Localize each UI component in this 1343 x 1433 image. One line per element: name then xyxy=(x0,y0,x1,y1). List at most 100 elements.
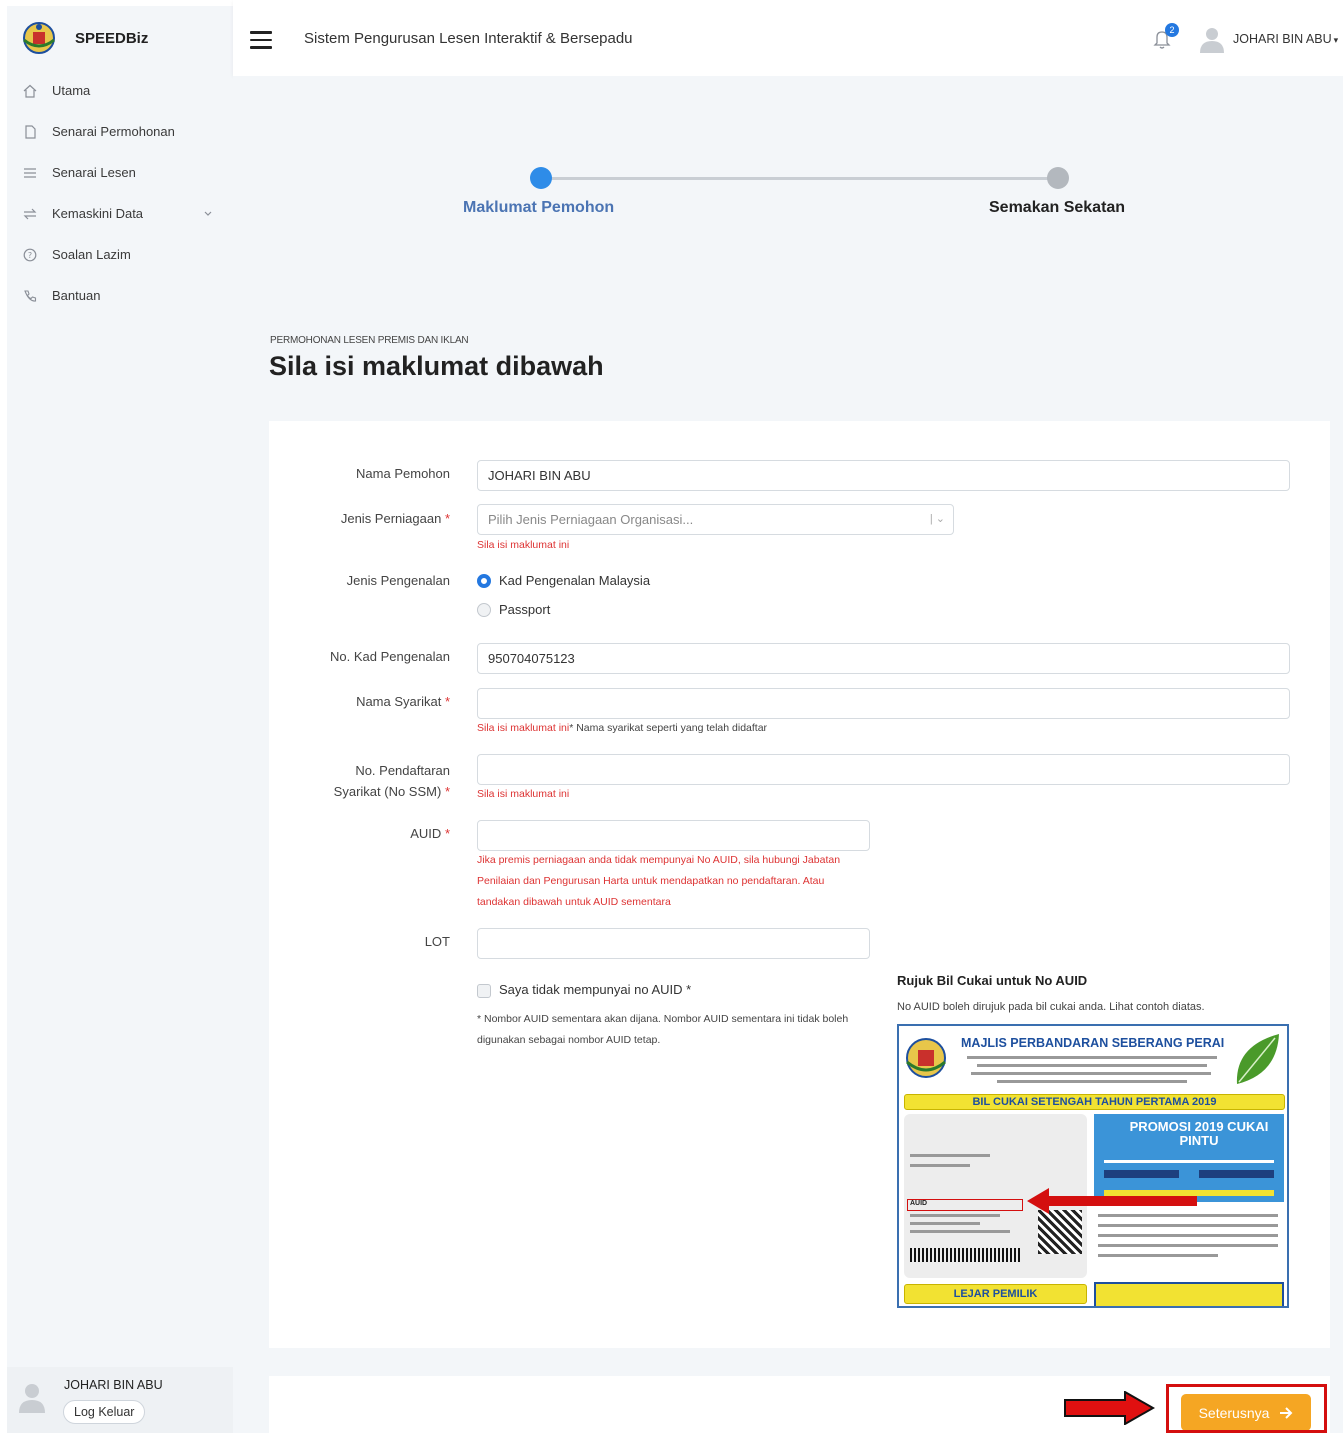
no-auid-checkbox[interactable] xyxy=(477,984,491,998)
bill-text-line xyxy=(997,1080,1187,1083)
jenis-perniagaan-label: Jenis Perniagaan * xyxy=(341,511,450,526)
no-ssm-input[interactable] xyxy=(477,754,1290,785)
select-placeholder: Pilih Jenis Perniagaan Organisasi... xyxy=(488,512,694,527)
sidebar-item-senarai-permohonan[interactable]: Senarai Permohonan xyxy=(7,111,233,152)
required-mark: * xyxy=(444,826,450,841)
list-icon xyxy=(22,165,38,181)
hint-text: * Nama syarikat seperti yang telah didaf… xyxy=(569,722,768,734)
menu-toggle-icon[interactable] xyxy=(250,31,272,54)
svg-text:?: ? xyxy=(28,251,32,260)
bill-category-box xyxy=(1104,1170,1179,1178)
page-title: Sila isi maklumat dibawah xyxy=(269,351,604,381)
hint-line: Penilaian dan Pengurusan Harta untuk men… xyxy=(477,875,825,887)
leaf-icon xyxy=(1236,1034,1279,1084)
reference-title: Rujuk Bil Cukai untuk No AUID xyxy=(897,973,1088,988)
sidebar-item-kemaskini-data[interactable]: Kemaskini Data xyxy=(7,193,233,234)
brand-name: SPEEDBiz xyxy=(75,29,149,47)
chevron-down-icon: | ⌄ xyxy=(929,513,945,525)
logout-button[interactable]: Log Keluar xyxy=(63,1400,146,1424)
jenis-perniagaan-select[interactable]: Pilih Jenis Perniagaan Organisasi... | ⌄ xyxy=(477,504,954,535)
bill-promo-text: PROMOSI 2019 CUKAI PINTU xyxy=(1129,1119,1269,1148)
radio-passport[interactable] xyxy=(477,603,491,617)
hint-line: tandakan dibawah untuk AUID sementara xyxy=(477,896,671,908)
bill-text-line xyxy=(1098,1244,1278,1247)
nama-pemohon-input[interactable]: JOHARI BIN ABU xyxy=(477,460,1290,491)
barcode xyxy=(910,1248,1020,1262)
bill-ledger-band: LEJAR PEMILIK xyxy=(904,1284,1087,1304)
refresh-icon xyxy=(22,206,38,222)
red-arrow-left-icon xyxy=(1027,1188,1197,1214)
highlight-box xyxy=(1166,1384,1327,1433)
bill-auid-label: AUID xyxy=(910,1200,928,1207)
sidebar-item-label: Bantuan xyxy=(52,288,101,303)
user-menu[interactable]: JOHARI BIN ABU ▾ xyxy=(1233,32,1338,46)
sidebar-item-label: Soalan Lazim xyxy=(52,247,131,262)
sidebar-item-label: Kemaskini Data xyxy=(52,206,144,221)
notification-badge: 2 xyxy=(1165,23,1179,37)
no-auid-note: * Nombor AUID sementara akan dijana. Nom… xyxy=(477,1009,848,1051)
no-ssm-error: Sila isi maklumat ini xyxy=(477,788,570,800)
required-mark: * xyxy=(686,982,692,997)
bill-text-line xyxy=(971,1072,1211,1075)
sidebar-item-label: Senarai Permohonan xyxy=(52,124,175,139)
required-mark: * xyxy=(444,511,450,526)
required-mark: * xyxy=(444,694,450,709)
bill-title: MAJLIS PERBANDARAN SEBERANG PERAI xyxy=(961,1036,1225,1050)
nama-pemohon-label: Nama Pemohon xyxy=(356,466,450,481)
sidebar-item-utama[interactable]: Utama xyxy=(7,70,233,111)
error-text: Sila isi maklumat ini xyxy=(477,722,570,734)
bill-text-line xyxy=(910,1154,990,1157)
brand[interactable]: SPEEDBiz xyxy=(7,6,233,70)
no-kp-input[interactable]: 950704075123 xyxy=(477,643,1290,674)
file-icon xyxy=(22,124,38,140)
step-2-indicator xyxy=(1047,167,1069,189)
note-line: * Nombor AUID sementara akan dijana. Nom… xyxy=(477,1013,849,1025)
bill-text-line xyxy=(1104,1160,1274,1163)
bill-ledger-panel xyxy=(1094,1282,1284,1306)
nama-syarikat-label: Nama Syarikat * xyxy=(356,694,450,709)
avatar xyxy=(19,1384,45,1413)
step-2-label: Semakan Sekatan xyxy=(989,199,1126,216)
sidebar-item-senarai-lesen[interactable]: Senarai Lesen xyxy=(7,152,233,193)
radio-kad-pengenalan-label[interactable]: Kad Pengenalan Malaysia xyxy=(499,573,650,588)
chevron-down-icon[interactable] xyxy=(203,207,213,222)
tax-bill-sample-image: MAJLIS PERBANDARAN SEBERANG PERAI BIL CU… xyxy=(897,1024,1289,1308)
topbar: Sistem Pengurusan Lesen Interaktif & Ber… xyxy=(233,0,1343,76)
nama-syarikat-input[interactable] xyxy=(477,688,1290,719)
home-icon xyxy=(22,83,38,99)
sidebar-user-panel: JOHARI BIN ABU Log Keluar xyxy=(7,1367,233,1433)
app-subtitle: Sistem Pengurusan Lesen Interaktif & Ber… xyxy=(304,30,633,47)
sidebar: SPEEDBiz Utama Senarai Permohonan Senara… xyxy=(7,6,233,1433)
no-kp-label: No. Kad Pengenalan xyxy=(330,649,450,664)
label-text: No. Pendaftaran xyxy=(355,763,450,778)
avatar[interactable] xyxy=(1199,25,1225,53)
radio-passport-label[interactable]: Passport xyxy=(499,602,550,617)
radio-kad-pengenalan[interactable] xyxy=(477,574,491,588)
bill-text-line xyxy=(967,1056,1217,1059)
bill-text-line xyxy=(910,1164,970,1167)
sidebar-item-bantuan[interactable]: Bantuan xyxy=(7,275,233,316)
lot-label: LOT xyxy=(424,934,450,949)
no-auid-checkbox-label[interactable]: Saya tidak mempunyai no AUID * xyxy=(499,982,691,997)
bill-text-line xyxy=(977,1064,1207,1067)
user-name: JOHARI BIN ABU xyxy=(1233,32,1332,46)
sidebar-item-soalan-lazim[interactable]: ? Soalan Lazim xyxy=(7,234,233,275)
bill-text-line xyxy=(910,1214,1000,1217)
lot-input[interactable] xyxy=(477,928,870,959)
label-text: Saya tidak mempunyai no AUID xyxy=(499,982,683,997)
bill-band: BIL CUKAI SETENGAH TAHUN PERTAMA 2019 xyxy=(904,1094,1285,1110)
bill-header: MAJLIS PERBANDARAN SEBERANG PERAI xyxy=(899,1026,1287,1090)
auid-input[interactable] xyxy=(477,820,870,851)
label-text: Jenis Perniagaan xyxy=(340,511,442,526)
municipal-crest-logo xyxy=(23,22,55,54)
bill-notice-panel xyxy=(1094,1206,1284,1278)
bill-text-line xyxy=(1098,1234,1278,1237)
bill-text-line xyxy=(910,1222,980,1225)
bill-text-line xyxy=(910,1230,1010,1233)
nama-syarikat-error: Sila isi maklumat ini* Nama syarikat sep… xyxy=(477,722,767,734)
label-text: AUID xyxy=(410,826,442,841)
no-ssm-label: No. Pendaftaran Syarikat (No SSM) * xyxy=(334,760,450,802)
jenis-perniagaan-error: Sila isi maklumat ini xyxy=(477,539,570,551)
phone-icon xyxy=(22,288,38,304)
hint-line: Jika premis perniagaan anda tidak mempun… xyxy=(477,854,841,866)
